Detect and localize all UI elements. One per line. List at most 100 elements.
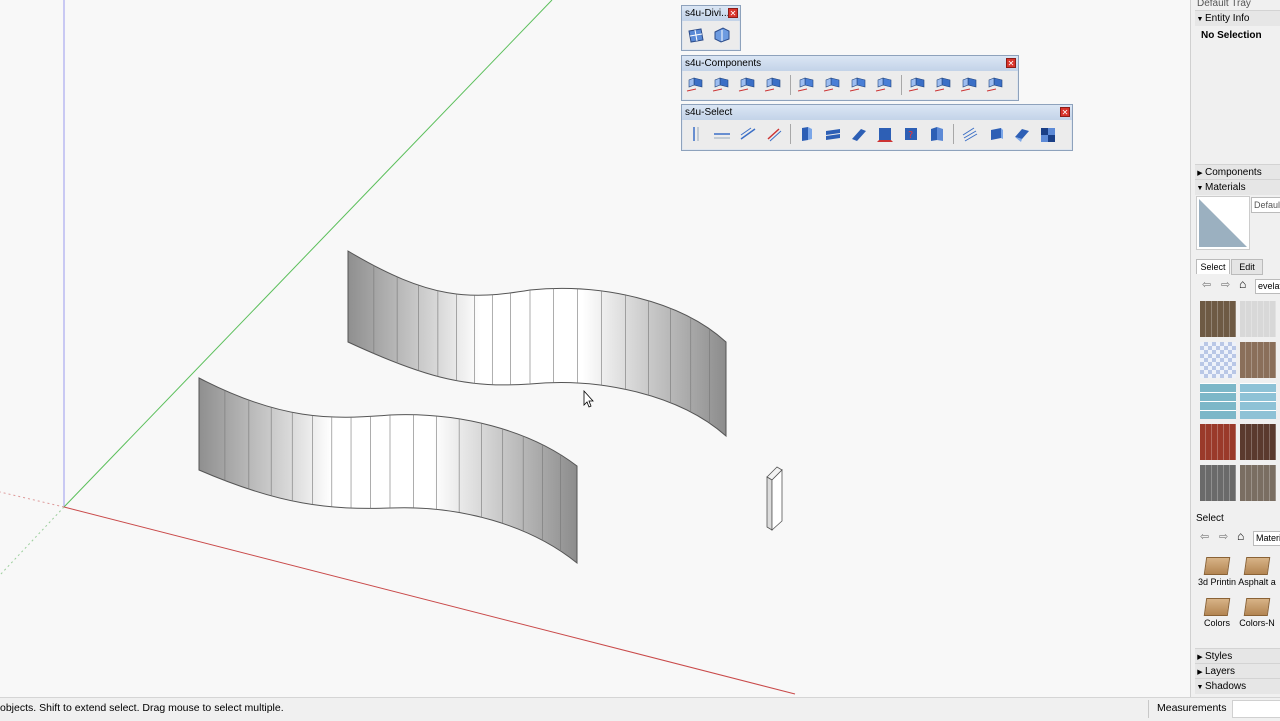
comp-select-icon <box>986 77 1003 92</box>
comp-explode-button[interactable] <box>906 74 930 96</box>
material-thumbnail[interactable] <box>1240 465 1276 501</box>
toolbar-separator <box>953 124 954 144</box>
wave-wall-upper[interactable] <box>347 250 727 438</box>
components-header[interactable]: ▶ Components <box>1195 164 1280 180</box>
toolbar-s4u-components[interactable]: s4u-Components ✕ <box>681 55 1019 101</box>
material-thumbnail[interactable] <box>1240 342 1276 378</box>
comp-rotate-button[interactable] <box>821 74 845 96</box>
layers-header[interactable]: ▶ Layers <box>1195 663 1280 679</box>
comp-scale-button[interactable] <box>762 74 786 96</box>
divide-grid-button[interactable] <box>684 24 708 46</box>
sel-box-button[interactable] <box>984 123 1008 145</box>
folder-3d-printing[interactable]: 3d Printin <box>1198 553 1236 591</box>
sel-checker-button[interactable] <box>1036 123 1060 145</box>
sel-face-vert-button[interactable] <box>795 123 819 145</box>
comp-align-button[interactable] <box>795 74 819 96</box>
sel-ribbon-button[interactable] <box>1010 123 1034 145</box>
sel-edge-icon <box>767 128 782 142</box>
forward-arrow-icon[interactable]: ⇨ <box>1221 278 1230 291</box>
comp-path-button[interactable] <box>710 74 734 96</box>
sel-face-front-icon <box>877 128 893 142</box>
comp-random-icon <box>960 77 977 92</box>
comp-swap-button[interactable] <box>932 74 956 96</box>
sel-parallel-button[interactable] <box>736 123 760 145</box>
toolbar-s4u-divide[interactable]: s4u-Divi... ✕ <box>681 5 741 51</box>
entity-info-header[interactable]: ▼ Entity Info <box>1195 10 1280 26</box>
red-axis <box>63 506 796 695</box>
measurements-input[interactable] <box>1232 700 1280 718</box>
close-icon[interactable]: ✕ <box>728 8 738 18</box>
sel-face-horz-button[interactable] <box>821 123 845 145</box>
sel-vertical-icon <box>693 127 699 141</box>
material-thumbnail[interactable] <box>1200 424 1236 460</box>
comp-array-button[interactable] <box>736 74 760 96</box>
back-arrow-icon[interactable]: ⇦ <box>1200 530 1209 543</box>
material-swatch-icon <box>1199 199 1247 247</box>
sel-edge-button[interactable] <box>762 123 786 145</box>
folder-colors-named[interactable]: Colors-N <box>1238 594 1276 632</box>
entity-info-value: No Selection <box>1201 30 1262 41</box>
shadows-header[interactable]: ▼ Shadows <box>1195 678 1280 694</box>
sel-horizontal-button[interactable] <box>710 123 734 145</box>
comp-move-button[interactable] <box>684 74 708 96</box>
divide-face-button[interactable] <box>710 24 734 46</box>
comp-distribute-button[interactable] <box>873 74 897 96</box>
sel-ribbon-icon <box>1015 129 1029 142</box>
wave-wall-lower[interactable] <box>198 377 578 565</box>
toolbar-separator <box>901 75 902 95</box>
home-icon[interactable]: ⌂ <box>1237 529 1244 543</box>
material-preview <box>1196 196 1250 250</box>
tab-edit[interactable]: Edit <box>1231 259 1263 275</box>
select-label: Select <box>1196 513 1224 524</box>
back-arrow-icon[interactable]: ⇦ <box>1202 278 1211 291</box>
comp-array-icon <box>738 77 755 92</box>
expanded-arrow-icon: ▼ <box>1196 185 1204 192</box>
comp-scale-icon <box>764 77 781 92</box>
material-thumbnail[interactable] <box>1240 424 1276 460</box>
toolbar-s4u-select[interactable]: s4u-Select ✕ ? <box>681 104 1073 151</box>
red-axis-negative <box>0 491 65 508</box>
comp-distribute-icon <box>875 77 892 92</box>
material-thumbnail[interactable] <box>1240 301 1276 337</box>
styles-header[interactable]: ▶ Styles <box>1195 648 1280 664</box>
material-thumbnail[interactable] <box>1240 383 1276 419</box>
close-icon[interactable]: ✕ <box>1006 58 1016 68</box>
close-icon[interactable]: ✕ <box>1060 107 1070 117</box>
sel-face-slope-button[interactable] <box>847 123 871 145</box>
comp-move-icon <box>686 77 703 92</box>
sel-face-unknown-button[interactable]: ? <box>899 123 923 145</box>
sel-vertical-button[interactable] <box>684 123 708 145</box>
comp-replace-icon <box>849 77 866 92</box>
sel-face-book-icon <box>931 127 943 141</box>
sel-face-book-button[interactable] <box>925 123 949 145</box>
material-search-field[interactable]: evelat <box>1255 279 1280 294</box>
comp-replace-button[interactable] <box>847 74 871 96</box>
measurements-label: Measurements <box>1157 702 1227 714</box>
toolbar-title[interactable]: s4u-Components <box>682 56 1018 71</box>
toolbar-title[interactable]: s4u-Select <box>682 105 1072 120</box>
collection-field[interactable]: Materi <box>1253 531 1280 546</box>
status-bar: objects. Shift to extend select. Drag mo… <box>0 697 1280 721</box>
sel-parallel-icon <box>740 127 756 140</box>
comp-explode-icon <box>908 77 925 92</box>
forward-arrow-icon[interactable]: ⇨ <box>1219 530 1228 543</box>
tab-select[interactable]: Select <box>1196 259 1230 274</box>
material-thumbnail[interactable] <box>1200 342 1236 378</box>
folder-colors[interactable]: Colors <box>1198 594 1236 632</box>
materials-header[interactable]: ▼ Materials <box>1195 179 1280 195</box>
sel-face-front-button[interactable] <box>873 123 897 145</box>
comp-random-button[interactable] <box>958 74 982 96</box>
home-icon[interactable]: ⌂ <box>1239 277 1246 291</box>
sel-lines-all-button[interactable] <box>958 123 982 145</box>
material-thumbnail[interactable] <box>1200 301 1236 337</box>
green-axis-negative <box>0 506 65 576</box>
material-name-field[interactable]: Default <box>1251 197 1280 213</box>
material-thumbnail[interactable] <box>1200 465 1236 501</box>
material-thumbnail[interactable] <box>1200 383 1236 419</box>
folder-asphalt[interactable]: Asphalt a <box>1238 553 1276 591</box>
sel-face-vert-icon <box>802 127 812 141</box>
small-post[interactable] <box>766 466 783 531</box>
default-tray[interactable]: Default Tray ▼ Entity Info No Selection ▶… <box>1190 0 1280 697</box>
comp-select-button[interactable] <box>984 74 1008 96</box>
sel-face-unknown-icon: ? <box>905 128 917 141</box>
